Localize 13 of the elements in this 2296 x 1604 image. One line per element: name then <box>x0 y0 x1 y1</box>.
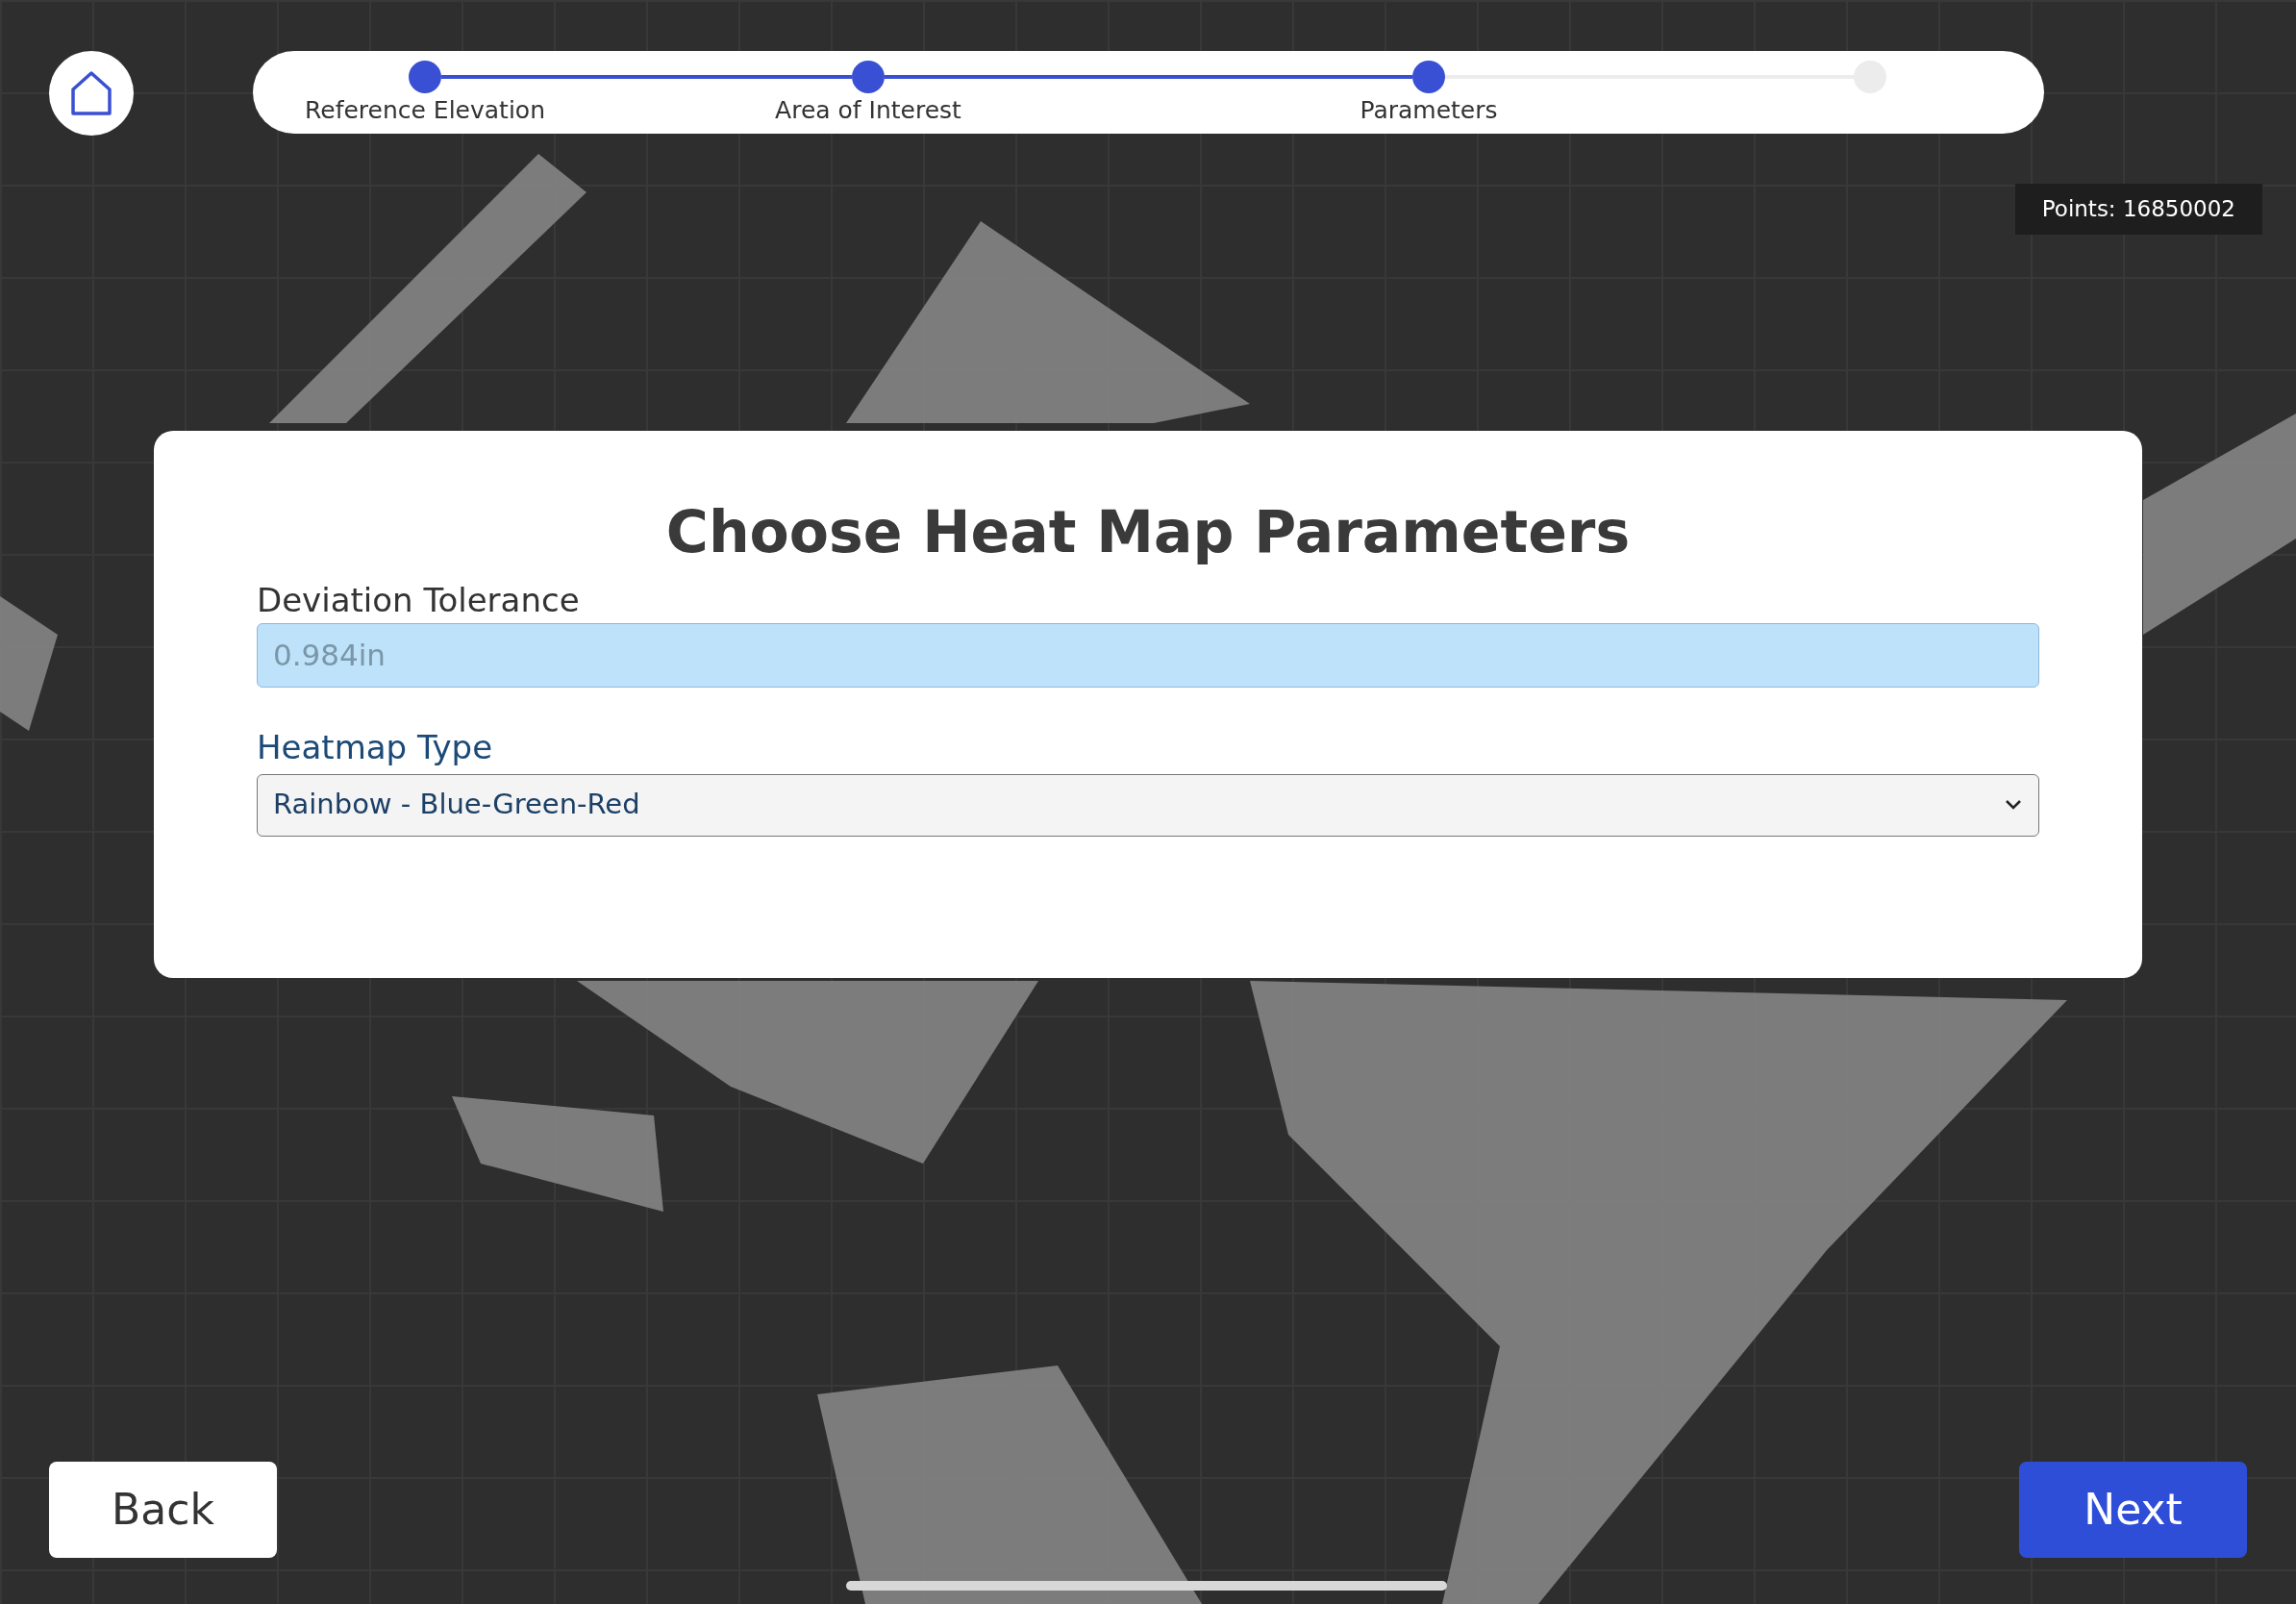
tolerance-input[interactable]: 0.984in <box>257 622 2039 688</box>
home-icon <box>69 70 113 116</box>
step-label: Area of Interest <box>775 95 961 126</box>
heatmap-type-select[interactable]: Rainbow - Blue-Green-Red <box>257 773 2039 837</box>
dialog-title: Choose Heat Map Parameters <box>664 497 1632 565</box>
back-button[interactable]: Back <box>49 1462 277 1558</box>
field-label: Deviation Tolerance <box>257 579 581 621</box>
points-count-badge: Points: 16850002 <box>2014 184 2262 235</box>
step-label: Reference Elevation <box>305 95 545 126</box>
next-button[interactable]: Next <box>2019 1462 2247 1558</box>
field-label: Heatmap Type <box>257 726 494 768</box>
chevron-down-icon <box>2004 798 2023 812</box>
step-label: Parameters <box>1360 95 1498 126</box>
